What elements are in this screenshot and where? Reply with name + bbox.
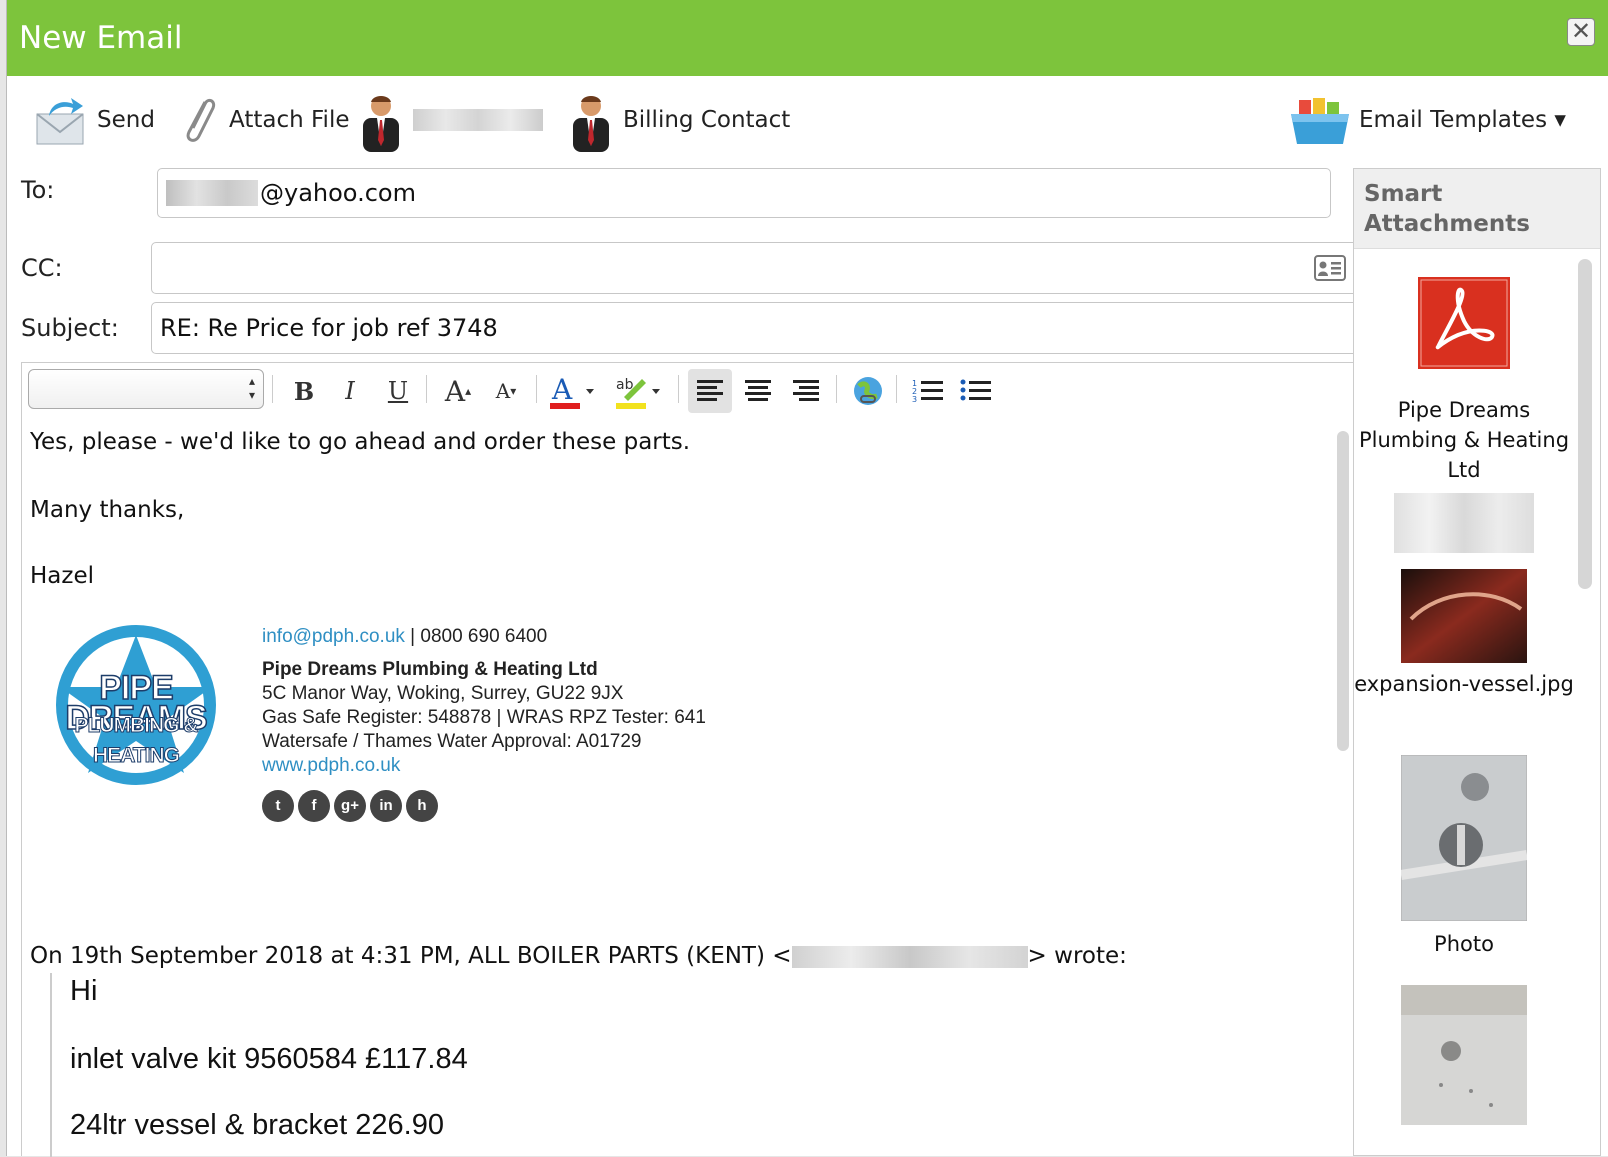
to-field[interactable]: @yahoo.com: [157, 168, 1331, 218]
subject-field[interactable]: RE: Re Price for job ref 3748: [151, 302, 1359, 354]
dialog-title: New Email: [19, 20, 183, 56]
bath-photo-thumbnail: [1401, 985, 1527, 1125]
bullet-list-icon[interactable]: [954, 369, 998, 413]
font-select[interactable]: [28, 369, 264, 409]
send-label: Send: [97, 107, 155, 133]
editor-scrollbar[interactable]: [1337, 431, 1349, 751]
signature-email-link[interactable]: info@pdph.co.uk: [262, 626, 405, 647]
svg-text:3: 3: [912, 395, 917, 404]
italic-icon[interactable]: I: [328, 369, 372, 413]
quote-intro: On 19th September 2018 at 4:31 PM, ALL B…: [30, 943, 792, 969]
body-line: Many thanks,: [30, 497, 185, 523]
redacted-attachment-details: [1394, 493, 1534, 553]
paperclip-icon: [175, 92, 221, 148]
signature-phone: | 0800 690 6400: [404, 626, 548, 647]
increase-font-icon[interactable]: A ▴: [436, 369, 480, 413]
subject-label: Subject:: [21, 314, 119, 342]
svg-text:A: A: [551, 373, 573, 406]
decrease-font-icon[interactable]: A ▾: [484, 369, 528, 413]
formatting-toolbar: B I U A▴ A▾ A ab: [22, 363, 1356, 421]
quote-line: 24ltr vessel & bracket 226.90: [70, 1109, 444, 1141]
pdf-icon: [1418, 277, 1510, 369]
cc-field[interactable]: [151, 242, 1359, 294]
align-center-icon[interactable]: [736, 369, 780, 413]
message-editor: B I U A▴ A▾ A ab: [21, 362, 1357, 1157]
message-body[interactable]: Yes, please - we'd like to go ahead and …: [22, 421, 1332, 1157]
toolbar-divider: [836, 375, 837, 403]
contact-person-icon: [357, 92, 405, 152]
email-templates-label: Email Templates ▾: [1359, 107, 1566, 133]
highlight-color-icon[interactable]: ab: [612, 369, 666, 413]
quote-header: On 19th September 2018 at 4:31 PM, ALL B…: [30, 941, 1127, 971]
attachment-item-pdf[interactable]: Pipe Dreams Plumbing & Heating Ltd: [1354, 277, 1574, 553]
smart-attachments-scrollbar[interactable]: [1578, 259, 1592, 589]
underline-icon[interactable]: U: [376, 369, 420, 413]
toolbar-divider: [426, 375, 427, 403]
title-bar: New Email ✕: [7, 0, 1608, 76]
attachment-item-photo[interactable]: Photo: [1354, 755, 1574, 959]
signature-approval: Watersafe / Thames Water Approval: A0172…: [262, 731, 642, 752]
email-templates-dropdown[interactable]: Email Templates ▾: [1289, 90, 1566, 150]
signature-address: 5C Manor Way, Woking, Surrey, GU22 9JX: [262, 683, 624, 704]
attachment-item-partial[interactable]: [1354, 985, 1574, 1125]
quote-intro-end: > wrote:: [1027, 943, 1127, 969]
company-logo: PIPE DREAMS PLUMBING & HEATING: [30, 625, 242, 795]
signature-website-link[interactable]: www.pdph.co.uk: [262, 754, 706, 778]
facebook-icon[interactable]: f: [298, 790, 330, 822]
templates-folder-icon: [1289, 92, 1351, 148]
new-email-dialog: New Email ✕ Send Attach File Billing Con…: [6, 0, 1608, 1157]
contact-button-redacted[interactable]: [357, 90, 543, 152]
signature-company: Pipe Dreams Plumbing & Heating Ltd: [262, 659, 598, 680]
redacted-sender-email: [791, 945, 1028, 968]
toolbar-divider: [272, 375, 273, 403]
photo-thumbnail: [1401, 755, 1527, 921]
signature-register: Gas Safe Register: 548878 | WRAS RPZ Tes…: [262, 707, 706, 728]
insert-link-icon[interactable]: [846, 369, 890, 413]
signature-details: info@pdph.co.uk | 0800 690 6400 Pipe Dre…: [262, 625, 706, 822]
attachment-label: Photo: [1434, 932, 1494, 956]
attachment-label: expansion-vessel.jpg: [1354, 672, 1574, 696]
numbered-list-icon[interactable]: 123: [906, 369, 950, 413]
email-toolbar: Send Attach File Billing Contact Email T…: [7, 76, 1608, 166]
smart-attachments-panel: Smart Attachments Pipe Dreams Plumbing &…: [1353, 168, 1601, 1156]
close-button[interactable]: ✕: [1567, 18, 1595, 46]
subject-field-value: RE: Re Price for job ref 3748: [160, 314, 498, 342]
align-right-icon[interactable]: [784, 369, 828, 413]
to-field-value: @yahoo.com: [260, 179, 416, 207]
billing-contact-label: Billing Contact: [623, 107, 791, 133]
twitter-icon[interactable]: t: [262, 790, 294, 822]
attachment-label: Pipe Dreams Plumbing & Heating Ltd: [1358, 398, 1570, 482]
expansion-vessel-thumbnail: [1401, 569, 1527, 663]
email-signature: PIPE DREAMS PLUMBING & HEATING info@pdph…: [30, 625, 790, 825]
billing-person-icon: [567, 92, 615, 152]
send-button[interactable]: Send: [33, 90, 155, 150]
toolbar-divider: [536, 375, 537, 403]
billing-contact-button[interactable]: Billing Contact: [567, 90, 791, 152]
cc-label: CC:: [21, 254, 63, 282]
attach-file-button[interactable]: Attach File: [175, 90, 349, 150]
smart-attachments-heading: Smart Attachments: [1354, 169, 1600, 249]
social-links: t f g+ in h: [262, 790, 706, 822]
quoted-message: Hi inlet valve kit 9560584 £117.84 24ltr…: [50, 973, 750, 1157]
redacted-email-user: [166, 180, 258, 206]
address-book-icon[interactable]: [1314, 255, 1346, 287]
attachment-item-expansion-vessel[interactable]: expansion-vessel.jpg: [1354, 569, 1574, 699]
quote-line: Hi: [70, 975, 98, 1007]
send-envelope-icon: [33, 92, 89, 148]
align-left-icon[interactable]: [688, 369, 732, 413]
linkedin-icon[interactable]: in: [370, 790, 402, 822]
google-plus-icon[interactable]: g+: [334, 790, 366, 822]
toolbar-divider: [678, 375, 679, 403]
toolbar-divider: [896, 375, 897, 403]
text-color-icon[interactable]: A: [546, 369, 600, 413]
to-label: To:: [21, 176, 55, 204]
body-line: Yes, please - we'd like to go ahead and …: [30, 429, 691, 455]
houzz-icon[interactable]: h: [406, 790, 438, 822]
redacted-contact-name: [413, 109, 543, 131]
quote-line: inlet valve kit 9560584 £117.84: [70, 1043, 468, 1075]
logo-text-line2: PLUMBING & HEATING: [74, 714, 199, 768]
body-line: Hazel: [30, 563, 95, 589]
bold-icon[interactable]: B: [282, 369, 326, 413]
attach-file-label: Attach File: [229, 107, 350, 133]
